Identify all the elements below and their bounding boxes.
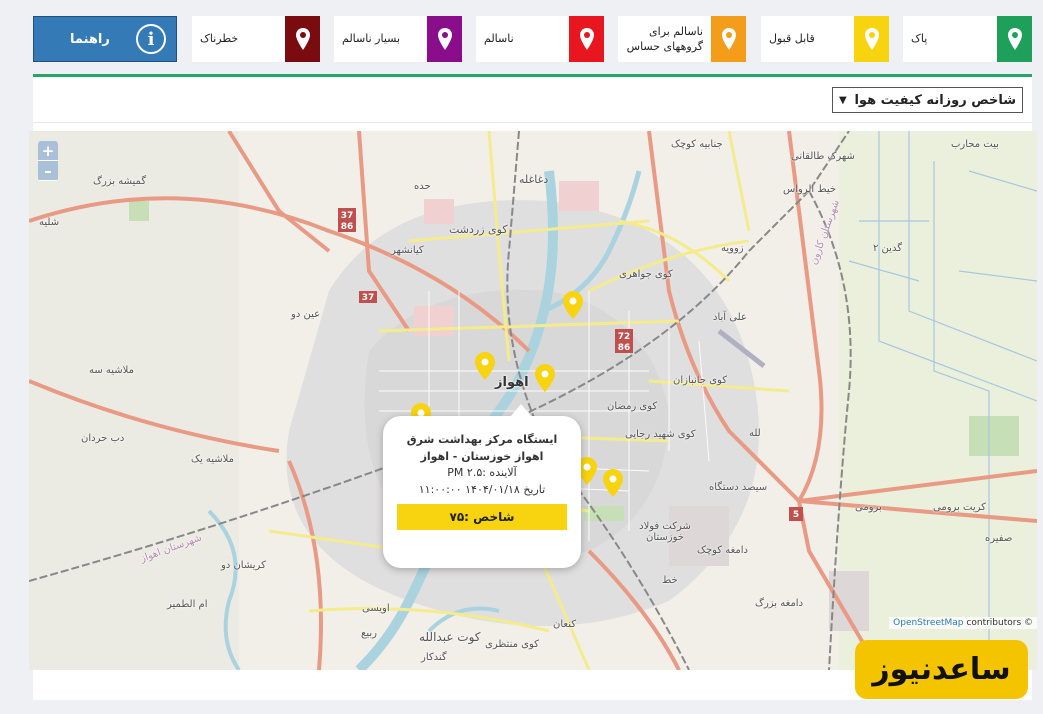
- place-label: گندکار: [421, 652, 447, 663]
- panel-header: شاخص روزانه کیفیت هوا ▼: [33, 77, 1032, 123]
- place-label: کوی منتظری: [485, 639, 539, 650]
- map-pin-icon: [569, 16, 604, 62]
- legend-item-unhealthy: ناسالم: [476, 16, 604, 62]
- road-shield-86: 86: [341, 222, 354, 232]
- place-label: اویسی: [362, 603, 390, 614]
- place-label: کوی جانبازان: [673, 375, 727, 386]
- place-label: حده: [414, 181, 431, 192]
- road-shield-5: 5: [793, 510, 799, 520]
- place-label: ملاشیه سه: [89, 365, 134, 376]
- place-label: دامغه کوچک: [697, 545, 749, 556]
- legend-item-moderate: قابل قبول: [761, 16, 889, 62]
- place-label: ملاشیه یک: [191, 454, 234, 465]
- chevron-down-icon: ▼: [839, 94, 847, 106]
- place-label: گمیشه بزرگ: [93, 176, 147, 187]
- osm-link[interactable]: OpenStreetMap: [893, 618, 963, 628]
- map-attribution: OpenStreetMap contributors ©: [889, 617, 1037, 629]
- station-popup: ایستگاه مرکز بهداشت شرق اهواز خوزستان - …: [383, 404, 581, 568]
- place-label: بیت محارب: [951, 139, 999, 150]
- zoom-in-button[interactable]: +: [38, 141, 58, 161]
- place-label: کوی زردشت: [449, 223, 508, 236]
- place-label: کیانشهر: [391, 245, 424, 256]
- station-marker[interactable]: [563, 291, 583, 319]
- place-label: ام الطمیر: [167, 599, 208, 610]
- place-label: خیط الرواس: [783, 184, 837, 195]
- place-label: اهواز: [495, 375, 529, 390]
- place-label: جنابیه کوچک: [671, 139, 723, 150]
- legend-label: ناسالم: [484, 32, 514, 46]
- place-label: شهرک طالقانی: [791, 151, 855, 162]
- legend-label: خطرناک: [200, 32, 239, 46]
- guide-label: راهنما: [70, 31, 110, 47]
- road-shield-37b: 37: [362, 293, 375, 303]
- date-text: تاریخ ۱۴۰۴/۰۱/۱۸ ۱۱:۰۰:۰۰: [418, 482, 546, 496]
- site-watermark-logo: ساعدنیوز: [855, 640, 1028, 699]
- map-pin-icon: [854, 16, 889, 62]
- legend-label: ناسالم برای گروههای حساس: [626, 24, 703, 53]
- legend-label: قابل قبول: [769, 32, 815, 46]
- station-marker[interactable]: [475, 352, 495, 380]
- map-pin-icon: [427, 16, 462, 62]
- place-label: ربیع: [361, 628, 377, 639]
- map-tiles: 37 86 37 72 86 5: [29, 131, 1037, 670]
- station-name: ایستگاه مرکز بهداشت شرق اهواز خوزستان - …: [406, 433, 558, 463]
- place-label: لله: [749, 428, 761, 439]
- legend-item-hazardous: خطرناک: [192, 16, 320, 62]
- legend-label: بسیار ناسالم: [342, 32, 401, 46]
- station-marker[interactable]: [603, 469, 623, 497]
- place-label: گدین ۲: [873, 243, 902, 254]
- watermark-text: ساعدنیوز: [872, 652, 1011, 687]
- place-label: شرکت فولاد خوزستان: [639, 521, 691, 543]
- legend-item-very-unhealthy: بسیار ناسالم: [334, 16, 462, 62]
- zoom-out-button[interactable]: –: [38, 161, 58, 181]
- place-label: خط: [662, 575, 678, 586]
- place-label: دب حردان: [81, 433, 125, 444]
- place-label: عین دو: [291, 309, 321, 320]
- map-view[interactable]: 37 86 37 72 86 5 + – اهواز دغاغله کوی زر…: [29, 131, 1037, 670]
- place-label: شلیه: [39, 217, 60, 228]
- zoom-control: + –: [38, 141, 58, 181]
- place-label: کریشان دو: [221, 560, 266, 571]
- pollutant-text: آلاینده :PM ۲.۵: [447, 466, 517, 479]
- place-label: دامغه بزرگ: [755, 598, 804, 609]
- aqi-legend: راهنما i خطرناک بسیار ناسالم ناسالم ناسا…: [33, 16, 1032, 62]
- map-pin-icon: [711, 16, 746, 62]
- aqi-index-badge: شاخص :۷۵: [397, 504, 567, 530]
- place-label: کوت عبدالله: [419, 630, 481, 644]
- place-label: کوی شهید رجایی: [625, 429, 696, 440]
- index-type-select[interactable]: شاخص روزانه کیفیت هوا ▼: [832, 87, 1023, 113]
- place-label: کوی جواهری: [619, 269, 673, 280]
- place-label: دغاغله: [519, 173, 549, 186]
- road-shield-37: 37: [341, 211, 354, 221]
- legend-label: پاک: [911, 32, 928, 46]
- place-label: کریت برومی: [933, 502, 986, 513]
- place-label: زوویه: [721, 243, 744, 254]
- map-pin-icon: [997, 16, 1032, 62]
- place-label: علی آباد: [713, 312, 747, 323]
- road-shield-72: 72: [618, 332, 631, 342]
- road-shield-86b: 86: [618, 343, 631, 353]
- map-pin-icon: [285, 16, 320, 62]
- place-label: سیصد دستگاه: [709, 482, 768, 493]
- attribution-text: contributors ©: [966, 618, 1033, 628]
- station-marker[interactable]: [535, 364, 555, 392]
- legend-item-good: پاک: [903, 16, 1032, 62]
- place-label: برومی: [855, 502, 882, 513]
- info-icon: i: [136, 24, 166, 54]
- place-label: کوی رمضان: [607, 401, 658, 412]
- place-label: کنعان: [553, 619, 576, 630]
- select-value: شاخص روزانه کیفیت هوا: [854, 92, 1016, 108]
- legend-item-sensitive: ناسالم برای گروههای حساس: [618, 16, 746, 62]
- guide-button[interactable]: راهنما i: [33, 16, 177, 62]
- place-label: صفیره: [985, 533, 1013, 544]
